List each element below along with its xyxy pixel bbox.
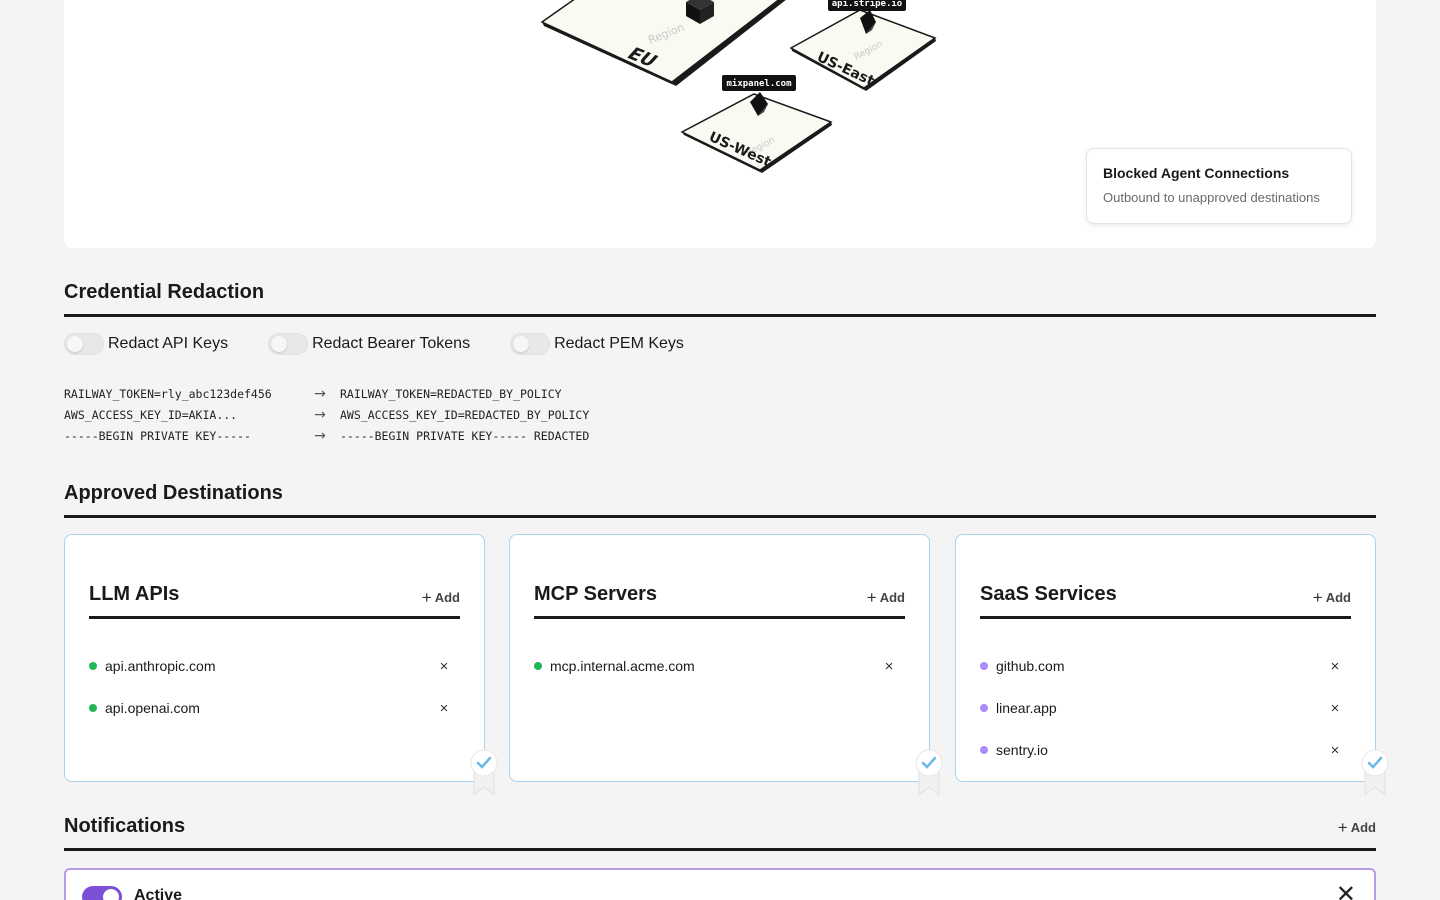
redaction-example-row: RAILWAY_TOKEN=rly_abc123def456 → RAILWAY…: [64, 383, 589, 404]
card-title: MCP Servers: [534, 583, 658, 605]
region-tile-us-east[interactable]: Region US-East api.stripe.io: [789, 0, 937, 91]
region-tile-us-west[interactable]: Region US-West mixpanel.com: [680, 75, 833, 173]
notification-card: Active ✕: [64, 868, 1376, 900]
redact-pem-keys-label: Redact PEM Keys: [554, 335, 684, 352]
card-header: SaaS Services + Add: [980, 583, 1351, 619]
status-dot: [980, 746, 988, 754]
redaction-after: AWS_ACCESS_KEY_ID=REDACTED_BY_POLICY: [340, 407, 590, 422]
destination-list: mcp.internal.acme.com ×: [534, 645, 905, 687]
redact-pem-keys-switch[interactable]: [510, 333, 551, 355]
redaction-before: RAILWAY_TOKEN=rly_abc123def456: [64, 386, 272, 401]
destination-host: github.com: [996, 658, 1065, 674]
list-item: api.anthropic.com ×: [89, 645, 460, 687]
plus-icon: +: [1312, 588, 1323, 607]
card-header: MCP Servers + Add: [534, 583, 905, 619]
card-title: LLM APIs: [89, 583, 180, 605]
list-item: linear.app ×: [980, 687, 1351, 729]
add-mcp-server-button[interactable]: + Add: [867, 589, 905, 606]
notifications-header: Notifications + Add: [64, 810, 1376, 851]
redaction-before: -----BEGIN PRIVATE KEY-----: [64, 428, 251, 443]
remove-icon[interactable]: ×: [1325, 742, 1345, 759]
destination-label-mixpanel: mixpanel.com: [726, 78, 792, 89]
destination-host: sentry.io: [996, 742, 1048, 758]
destination-host: api.openai.com: [105, 700, 200, 716]
redaction-example-row: -----BEGIN PRIVATE KEY----- → -----BEGIN…: [64, 425, 589, 446]
destination-card-llm-apis: LLM APIs + Add api.anthropic.com × api.op…: [64, 534, 498, 797]
destination-card-mcp-servers: MCP Servers + Add mcp.internal.acme.com ×: [509, 534, 943, 797]
plus-icon: +: [1337, 818, 1348, 837]
destination-host: api.anthropic.com: [105, 658, 216, 674]
verified-ribbon-icon: [1361, 749, 1389, 797]
credential-redaction-title: Credential Redaction: [64, 281, 265, 303]
destination-list: github.com × linear.app × sentry.io ×: [980, 645, 1351, 771]
list-item: mcp.internal.acme.com ×: [534, 645, 905, 687]
toggle-redact-api-keys[interactable]: Redact API Keys: [64, 333, 228, 355]
plus-icon: +: [866, 588, 877, 607]
add-notification-button[interactable]: + Add: [1338, 819, 1376, 848]
notifications-title: Notifications: [64, 815, 186, 837]
add-label: Add: [879, 590, 905, 605]
destination-host: linear.app: [996, 700, 1057, 716]
toggle-redact-bearer-tokens[interactable]: Redact Bearer Tokens: [268, 333, 470, 355]
remove-icon[interactable]: ×: [434, 658, 454, 675]
region-tile-eu[interactable]: Region EU: [540, 0, 796, 86]
redact-bearer-tokens-switch[interactable]: [268, 333, 309, 355]
verified-ribbon-icon: [470, 749, 498, 797]
plus-icon: +: [421, 588, 432, 607]
redaction-after: RAILWAY_TOKEN=REDACTED_BY_POLICY: [340, 386, 562, 401]
notification-active-toggle[interactable]: [82, 886, 122, 900]
region-map-panel: Region EU Region US-East api.stripe.io R…: [64, 0, 1376, 248]
list-item: sentry.io ×: [980, 729, 1351, 771]
add-label: Add: [1350, 820, 1376, 835]
status-dot: [980, 662, 988, 670]
card-title: SaaS Services: [980, 583, 1117, 605]
remove-icon[interactable]: ×: [1325, 658, 1345, 675]
redaction-before: AWS_ACCESS_KEY_ID=AKIA...: [64, 407, 238, 422]
arrow-right-icon: →: [314, 406, 326, 423]
redaction-example-row: AWS_ACCESS_KEY_ID=AKIA... → AWS_ACCESS_K…: [64, 404, 589, 425]
remove-icon[interactable]: ×: [1325, 700, 1345, 717]
card-header: LLM APIs + Add: [89, 583, 460, 619]
toggle-redact-pem-keys[interactable]: Redact PEM Keys: [510, 333, 684, 355]
redaction-after: -----BEGIN PRIVATE KEY----- REDACTED: [340, 428, 590, 443]
add-llm-api-button[interactable]: + Add: [422, 589, 460, 606]
redact-bearer-tokens-label: Redact Bearer Tokens: [312, 335, 471, 352]
close-icon[interactable]: ✕: [1336, 880, 1356, 900]
blocked-connections-title: Blocked Agent Connections: [1103, 165, 1290, 181]
status-dot: [89, 662, 97, 670]
redact-api-keys-label: Redact API Keys: [108, 335, 229, 352]
credential-redaction-header: Credential Redaction: [64, 276, 1376, 317]
verified-ribbon-icon: [915, 749, 943, 797]
blocked-connections-subtitle: Outbound to unapproved destinations: [1103, 190, 1320, 205]
approved-destinations-title: Approved Destinations: [64, 482, 283, 504]
remove-icon[interactable]: ×: [879, 658, 899, 675]
add-label: Add: [434, 590, 460, 605]
remove-icon[interactable]: ×: [434, 700, 454, 717]
status-dot: [534, 662, 542, 670]
list-item: github.com ×: [980, 645, 1351, 687]
list-item: api.openai.com ×: [89, 687, 460, 729]
blocked-connections-card[interactable]: Blocked Agent Connections Outbound to un…: [1086, 148, 1352, 224]
add-label: Add: [1325, 590, 1351, 605]
destination-label-stripe: api.stripe.io: [832, 0, 902, 9]
redaction-examples: RAILWAY_TOKEN=rly_abc123def456 → RAILWAY…: [64, 383, 589, 446]
destination-card-saas-services: SaaS Services + Add github.com × linear.a…: [955, 534, 1389, 797]
status-dot: [89, 704, 97, 712]
destination-list: api.anthropic.com × api.openai.com ×: [89, 645, 460, 729]
redact-api-keys-switch[interactable]: [64, 333, 104, 355]
add-saas-service-button[interactable]: + Add: [1313, 589, 1351, 606]
arrow-right-icon: →: [314, 385, 326, 402]
notification-active-label: Active: [134, 887, 183, 900]
approved-destinations-header: Approved Destinations: [64, 477, 1376, 518]
status-dot: [980, 704, 988, 712]
arrow-right-icon: →: [314, 427, 326, 444]
destination-host: mcp.internal.acme.com: [550, 658, 695, 674]
redaction-toggles: Redact API Keys Redact Bearer Tokens Red…: [64, 333, 724, 355]
